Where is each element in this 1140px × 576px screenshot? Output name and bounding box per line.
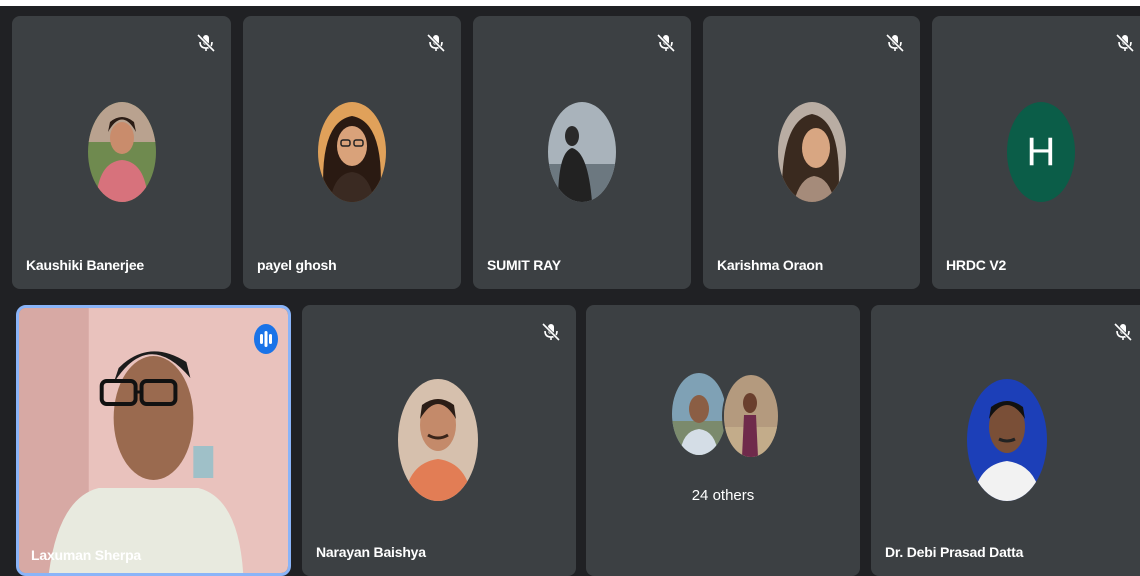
participant-tile-kaushiki[interactable]: Kaushiki Banerjee — [12, 16, 231, 289]
mic-off-icon — [656, 33, 676, 53]
avatar — [548, 102, 616, 202]
window-top-edge — [0, 0, 1140, 6]
participant-name: Karishma Oraon — [717, 257, 824, 273]
audio-level-icon — [254, 324, 278, 354]
others-tile[interactable]: 24 others — [586, 305, 860, 576]
participant-name: SUMIT RAY — [487, 257, 561, 273]
mic-off-icon — [1113, 322, 1133, 342]
participant-tile-laxuman[interactable]: Laxuman Sherpa — [16, 305, 291, 576]
avatar — [722, 373, 780, 459]
participant-tile-hrdc[interactable]: H HRDC V2 — [932, 16, 1140, 289]
participant-name: Kaushiki Banerjee — [26, 257, 144, 273]
participant-tile-narayan[interactable]: Narayan Baishya — [302, 305, 576, 576]
participant-tile-sumit[interactable]: SUMIT RAY — [473, 16, 691, 289]
participant-tile-karishma[interactable]: Karishma Oraon — [703, 16, 920, 289]
participant-tile-payel[interactable]: payel ghosh — [243, 16, 461, 289]
avatar — [398, 379, 478, 501]
avatar-initial: H — [1026, 129, 1056, 174]
avatar — [672, 373, 726, 455]
avatar-letter: H — [1007, 102, 1075, 202]
mic-off-icon — [885, 33, 905, 53]
participant-tile-debi[interactable]: Dr. Debi Prasad Datta — [871, 305, 1140, 576]
avatar — [318, 102, 386, 202]
participant-video — [19, 308, 288, 573]
avatar — [778, 102, 846, 202]
mic-off-icon — [1115, 33, 1135, 53]
participant-name: Dr. Debi Prasad Datta — [885, 544, 1024, 560]
participant-name: HRDC V2 — [946, 257, 1007, 273]
participant-name: Narayan Baishya — [316, 544, 426, 560]
participant-name: Laxuman Sherpa — [31, 547, 142, 563]
mic-off-icon — [541, 322, 561, 342]
participant-name: payel ghosh — [257, 257, 337, 273]
others-count: 24 others — [691, 487, 755, 504]
avatar — [967, 379, 1047, 501]
mic-off-icon — [426, 33, 446, 53]
mic-off-icon — [196, 33, 216, 53]
avatar — [88, 102, 156, 202]
